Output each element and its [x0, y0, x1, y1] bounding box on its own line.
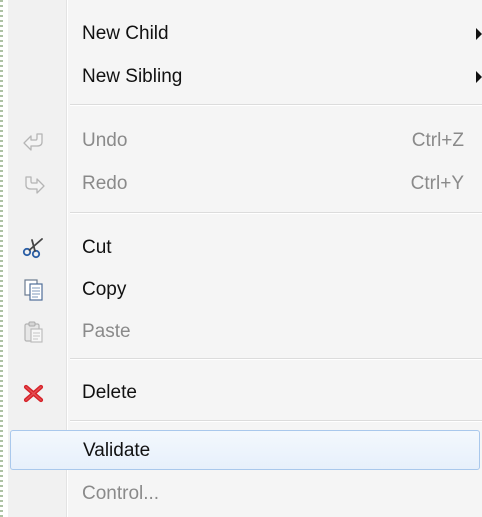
undo-icon — [22, 130, 46, 152]
menu-item-paste[interactable]: Paste — [8, 312, 482, 352]
menu-item-label: Cut — [82, 237, 112, 258]
shortcut-label: Ctrl+Y — [410, 173, 464, 194]
menu-item-cut[interactable]: Cut — [8, 228, 482, 268]
menu-separator — [70, 420, 482, 422]
submenu-arrow-icon — [476, 28, 482, 40]
redo-icon — [22, 173, 46, 195]
menu-item-label: Validate — [83, 440, 151, 461]
menu-item-copy[interactable]: Copy — [8, 270, 482, 310]
menu-item-new-child[interactable]: New Child — [8, 14, 482, 54]
menu-item-new-sibling[interactable]: New Sibling — [8, 57, 482, 97]
scissors-icon — [22, 237, 46, 259]
window-edge — [0, 0, 3, 517]
menu-item-label: Copy — [82, 279, 127, 300]
shortcut-label: Ctrl+Z — [411, 130, 464, 151]
menu-item-label: Undo — [82, 130, 128, 151]
menu-item-label: Redo — [82, 173, 128, 194]
menu-item-redo[interactable]: Redo Ctrl+Y — [8, 164, 482, 204]
menu-item-label: Delete — [82, 382, 137, 403]
delete-icon — [22, 382, 46, 404]
menu-item-label: New Child — [82, 23, 169, 44]
menu-separator — [70, 104, 482, 106]
menu-separator — [70, 212, 482, 214]
menu-separator — [70, 358, 482, 360]
context-menu: New Child New Sibling Undo Ctrl+Z Redo C… — [8, 0, 482, 517]
menu-item-label: Control... — [82, 483, 160, 504]
submenu-arrow-icon — [476, 71, 482, 83]
menu-item-undo[interactable]: Undo Ctrl+Z — [8, 121, 482, 161]
menu-item-validate[interactable]: Validate — [10, 430, 480, 470]
paste-icon — [22, 321, 46, 343]
menu-item-delete[interactable]: Delete — [8, 373, 482, 413]
copy-icon — [22, 279, 46, 301]
menu-item-label: New Sibling — [82, 66, 183, 87]
menu-item-control[interactable]: Control... — [8, 474, 482, 514]
menu-item-label: Paste — [82, 321, 131, 342]
